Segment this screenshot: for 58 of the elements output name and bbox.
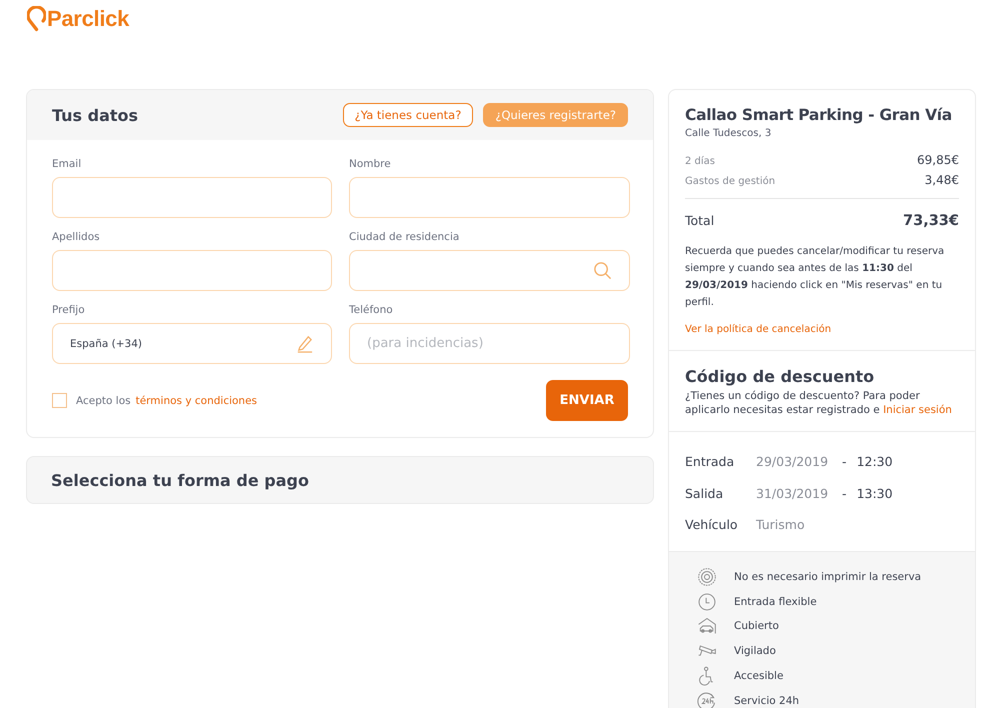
booking-value: 29/03/2019 (756, 454, 828, 470)
total-label: Total (685, 213, 714, 228)
feature-label: Accesible (734, 670, 784, 682)
booking-time: 13:30 (856, 486, 893, 501)
feature-label: No es necesario imprimir la reserva (734, 570, 922, 583)
booking-value: 31/03/2019 (756, 486, 828, 501)
price-label: Gastos de gestión (685, 176, 776, 187)
field-label: Teléfono (349, 304, 394, 316)
price-amount: 3,48€ (924, 173, 959, 187)
separator-dash: - (842, 454, 847, 470)
discount-title: Código de descuento (685, 367, 876, 386)
total-amount: 73,33€ (903, 213, 959, 229)
booking-label: Entrada (685, 454, 736, 470)
feature-label: Servicio 24h (734, 694, 800, 707)
booking-value: Turismo (756, 517, 805, 532)
field-label: Apellidos (52, 231, 101, 243)
policy-link[interactable]: Ver la política de cancelación (685, 324, 832, 335)
input-field[interactable]: (para incidencias) (349, 323, 630, 364)
search-icon (593, 261, 612, 280)
cancellation-notice: Recuerda que puedes cancelar/modificar tu reserva siempre y cuando sea antes de las 11:30 del 29/03/2019 haciendo click en "Mis reservas" en tu perfil. (685, 245, 946, 310)
pencil-icon (295, 334, 314, 353)
map-pin-icon (27, 6, 46, 32)
field-label: Email (52, 158, 82, 170)
separator-dash: - (842, 486, 847, 501)
section-title: Tus datos (52, 106, 138, 124)
parking-address: Calle Tudescos, 3 (685, 128, 772, 139)
feature-label: Entrada flexible (734, 596, 817, 608)
field-label: Nombre (349, 158, 392, 170)
booking-time: 12:30 (856, 454, 893, 470)
clock-icon (697, 592, 717, 612)
price-label: 2 días (685, 156, 716, 167)
field-label: Prefijo (52, 304, 86, 316)
input-field[interactable] (349, 250, 630, 291)
account-button[interactable]: ¿Ya tienes cuenta? (342, 103, 474, 127)
garage-car-icon (697, 616, 717, 636)
section-title: Selecciona tu forma de pago (51, 470, 309, 490)
booking-label: Vehículo (685, 517, 739, 532)
input-field[interactable]: España (+34) (52, 323, 332, 364)
booking-label: Salida (685, 486, 724, 501)
account-button[interactable]: ¿Quieres registrarte? (483, 103, 628, 127)
24h-icon (697, 690, 717, 708)
logo[interactable]: Parclick (27, 6, 130, 32)
feature-label: Cubierto (734, 620, 779, 632)
checkbox[interactable] (52, 393, 67, 408)
payment-card[interactable]: Selecciona tu forma de pago (26, 456, 654, 504)
terms-link[interactable]: términos y condiciones (136, 394, 258, 406)
discount-text: ¿Tienes un código de descuento? Para poder aplicarlo necesitas estar registrado e Iniciar sesión (685, 389, 953, 417)
submit-button[interactable]: ENVIAR (546, 380, 628, 421)
input-field[interactable] (349, 177, 630, 218)
input-field[interactable] (52, 250, 332, 291)
parking-name: Callao Smart Parking - Gran Vía (685, 106, 953, 124)
price-amount: 69,85€ (917, 153, 959, 167)
terms-label: Acepto los (76, 394, 131, 406)
seal-icon (697, 566, 717, 587)
input-field[interactable] (52, 177, 332, 218)
field-label: Ciudad de residencia (349, 231, 460, 243)
login-link[interactable]: Iniciar sesión (883, 404, 952, 416)
feature-label: Vigilado (734, 645, 776, 658)
